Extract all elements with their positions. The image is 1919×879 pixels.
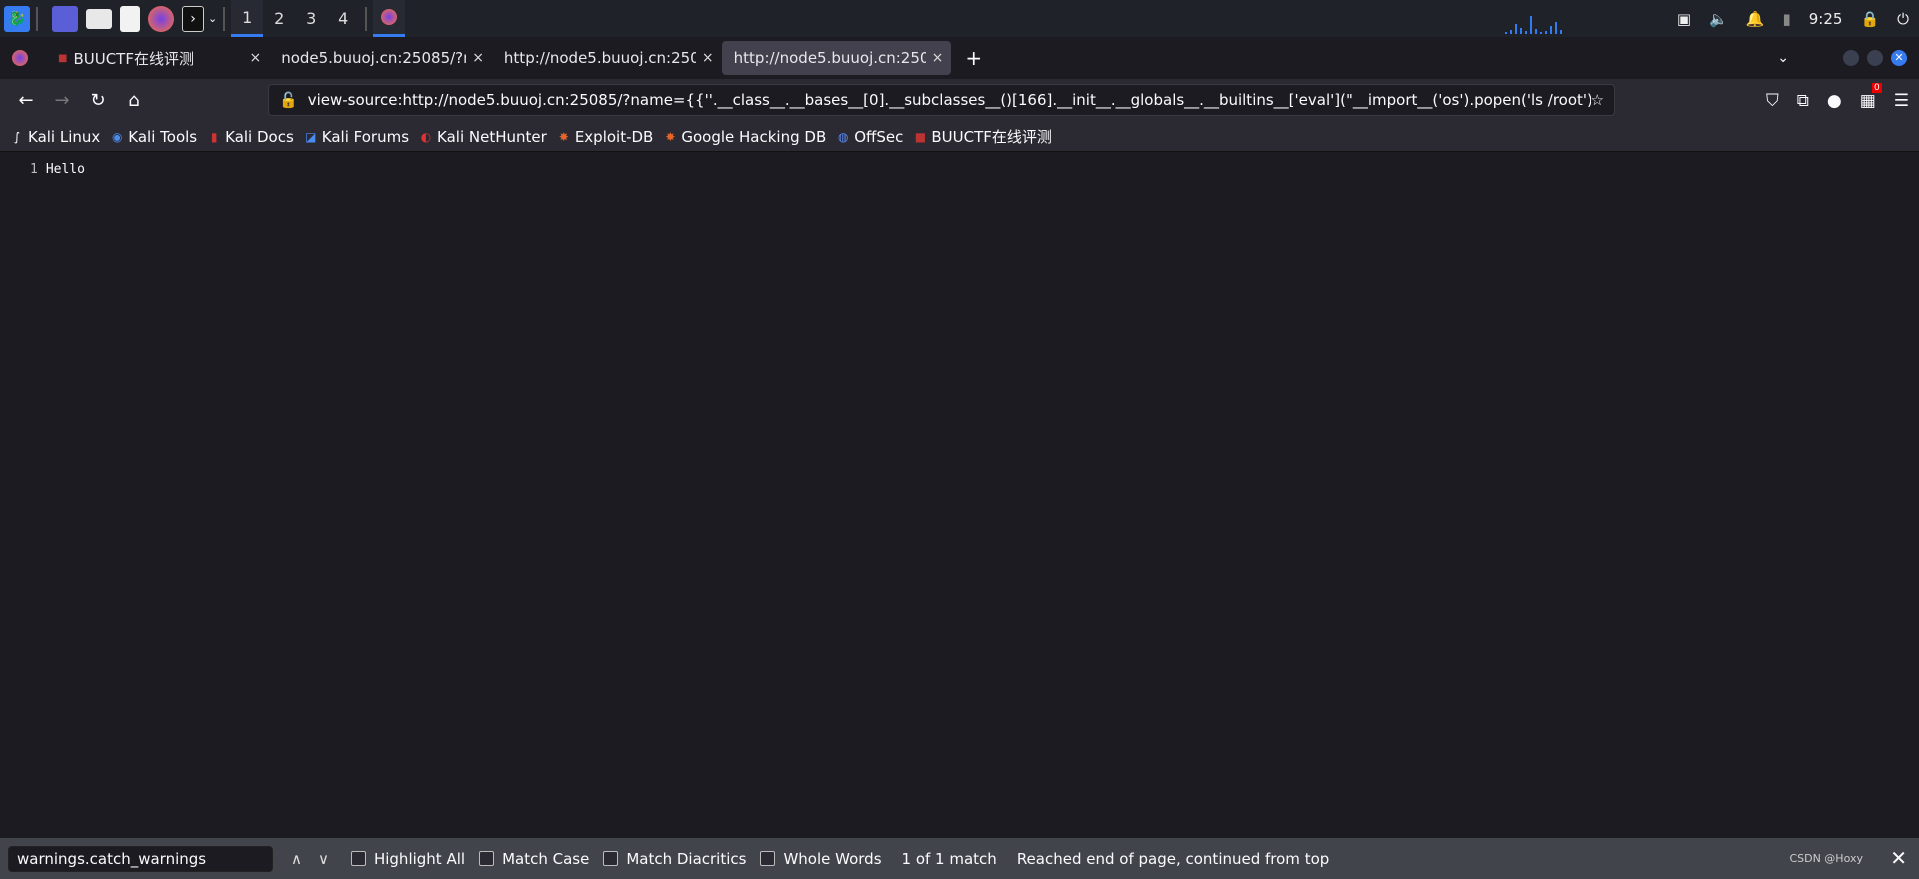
chevron-down-icon[interactable]: ⌄ — [208, 12, 217, 25]
whole-words-checkbox[interactable]: Whole Words — [760, 850, 882, 868]
logout-icon[interactable]: ⏻ — [1897, 10, 1909, 28]
url-text[interactable]: view-source:http://node5.buuoj.cn:25085/… — [308, 91, 1591, 109]
ghdb-icon: ✸ — [665, 129, 676, 144]
text-editor-icon[interactable] — [120, 5, 140, 32]
pocket-icon[interactable]: ⛉ — [1766, 91, 1779, 111]
tab-buuctf[interactable]: ■ BUUCTF在线评测 × — [46, 41, 269, 75]
firefox-view-icon[interactable] — [0, 50, 40, 66]
close-icon[interactable]: × — [932, 50, 944, 66]
tab-title: node5.buuoj.cn:25085/?name — [281, 49, 466, 67]
tab-bar: ■ BUUCTF在线评测 × node5.buuoj.cn:25085/?nam… — [0, 37, 1919, 79]
account-icon[interactable]: ● — [1827, 91, 1842, 111]
kali-icon: ∫ — [13, 129, 21, 144]
home-button[interactable]: ⌂ — [116, 85, 152, 117]
divider — [365, 6, 368, 31]
notification-icon[interactable]: 🔔 — [1746, 10, 1765, 28]
minimize-button[interactable] — [1843, 50, 1859, 66]
workspace-1[interactable]: 1 — [231, 0, 264, 37]
bookmark-exploit-db[interactable]: ✸ Exploit-DB — [557, 128, 654, 146]
bookmark-offsec[interactable]: ◍ OffSec — [836, 128, 903, 146]
find-previous-button[interactable]: ∧ — [291, 850, 302, 868]
bookmark-kali-tools[interactable]: ◉ Kali Tools — [110, 128, 197, 146]
terminal-icon[interactable]: › — [182, 5, 204, 32]
buuctf-favicon: ■ — [58, 52, 68, 64]
file-manager-icon[interactable] — [86, 8, 112, 29]
divider — [223, 6, 226, 31]
bookmark-buuctf[interactable]: ■ BUUCTF在线评测 — [913, 126, 1052, 147]
forward-button[interactable]: → — [44, 85, 80, 117]
firefox-window-button[interactable] — [373, 0, 406, 37]
network-icon[interactable]: ▣ — [1677, 10, 1691, 28]
exploit-db-icon: ✸ — [558, 129, 569, 144]
desktop-icon[interactable] — [52, 5, 78, 32]
kali-menu-icon[interactable]: 🐉 — [4, 5, 30, 32]
firefox-icon[interactable] — [148, 5, 174, 32]
clock[interactable]: 9:25 — [1809, 10, 1843, 28]
workspace-4[interactable]: 4 — [327, 0, 359, 37]
cpu-graph — [1505, 14, 1655, 34]
tab-title: http://node5.buuoj.cn:25085/ — [733, 49, 926, 67]
bookmark-star-icon[interactable]: ☆ — [1591, 91, 1604, 109]
view-source-content: 1 Hello — [0, 152, 1919, 838]
offsec-icon: ◍ — [837, 129, 849, 144]
source-line: 1 Hello — [30, 162, 85, 177]
extension-badge-icon[interactable]: ▦ 0 — [1860, 82, 1882, 111]
insecure-lock-icon[interactable]: 🔓 — [279, 91, 298, 109]
line-number: 1 — [30, 162, 38, 177]
kali-forums-icon: ◪ — [305, 129, 317, 144]
nav-bar: ← → ↻ ⌂ 🔓 view-source:http://node5.buuoj… — [0, 79, 1919, 122]
find-input[interactable] — [8, 845, 273, 872]
system-tray: ▣ 🔈 🔔 ▮ 9:25 🔒 ⏻ — [1677, 0, 1919, 37]
back-button[interactable]: ← — [8, 85, 44, 117]
buuctf-icon: ■ — [914, 129, 927, 144]
line-text: Hello — [45, 162, 85, 177]
extensions-icon[interactable]: ⧉ — [1797, 91, 1809, 111]
close-icon[interactable]: × — [249, 50, 261, 66]
menu-icon[interactable]: ☰ — [1894, 91, 1909, 111]
tab-node5-active[interactable]: http://node5.buuoj.cn:25085/ × — [721, 41, 952, 75]
badge-count: 0 — [1872, 82, 1882, 93]
battery-icon[interactable]: ▮ — [1782, 10, 1790, 28]
list-all-tabs-icon[interactable]: ⌄ — [1777, 50, 1789, 66]
reload-button[interactable]: ↻ — [80, 85, 116, 117]
lock-icon[interactable]: 🔒 — [1860, 10, 1879, 28]
tab-title: BUUCTF在线评测 — [73, 49, 194, 68]
tab-node5-2[interactable]: http://node5.buuoj.cn:25085/ × — [492, 41, 722, 75]
taskbar: 🐉 › ⌄ 1 2 3 4 ▣ 🔈 🔔 ▮ 9:25 🔒 ⏻ — [0, 0, 1919, 37]
find-next-button[interactable]: ∨ — [318, 850, 329, 868]
bookmarks-bar: ∫ Kali Linux ◉ Kali Tools ▮ Kali Docs ◪ Kali… — [0, 122, 1919, 152]
close-window-button[interactable]: ✕ — [1891, 50, 1907, 66]
highlight-all-checkbox[interactable]: Highlight All — [350, 850, 465, 868]
bookmark-kali-linux[interactable]: ∫ Kali Linux — [10, 128, 100, 146]
find-status: Reached end of page, continued from top — [1016, 849, 1330, 868]
divider — [36, 6, 38, 31]
workspace-3[interactable]: 3 — [295, 0, 327, 37]
tab-title: http://node5.buuoj.cn:25085/ — [503, 49, 696, 67]
bookmark-google-hacking-db[interactable]: ✸ Google Hacking DB — [663, 128, 826, 146]
find-bar: ∧ ∨ Highlight All Match Case Match Diacr… — [0, 838, 1919, 879]
bookmark-kali-docs[interactable]: ▮ Kali Docs — [207, 128, 294, 146]
match-diacritics-checkbox[interactable]: Match Diacritics — [603, 850, 746, 868]
bookmark-kali-forums[interactable]: ◪ Kali Forums — [304, 128, 409, 146]
nethunter-icon: ◐ — [420, 129, 432, 144]
match-case-checkbox[interactable]: Match Case — [479, 850, 589, 868]
new-tab-button[interactable]: + — [965, 46, 982, 70]
url-bar[interactable]: 🔓 view-source:http://node5.buuoj.cn:2508… — [268, 84, 1615, 116]
match-count: 1 of 1 match — [901, 849, 997, 868]
watermark: CSDN @Hoxy — [1789, 852, 1863, 865]
kali-docs-icon: ▮ — [210, 129, 218, 144]
tab-node5-name[interactable]: node5.buuoj.cn:25085/?name × — [269, 41, 492, 75]
workspace-2[interactable]: 2 — [263, 0, 295, 37]
maximize-button[interactable] — [1867, 50, 1883, 66]
close-find-bar-icon[interactable]: ✕ — [1890, 846, 1907, 870]
kali-tools-icon: ◉ — [112, 129, 123, 144]
close-icon[interactable]: × — [702, 50, 714, 66]
volume-icon[interactable]: 🔈 — [1709, 10, 1728, 28]
bookmark-kali-nethunter[interactable]: ◐ Kali NetHunter — [419, 128, 547, 146]
close-icon[interactable]: × — [472, 50, 484, 66]
